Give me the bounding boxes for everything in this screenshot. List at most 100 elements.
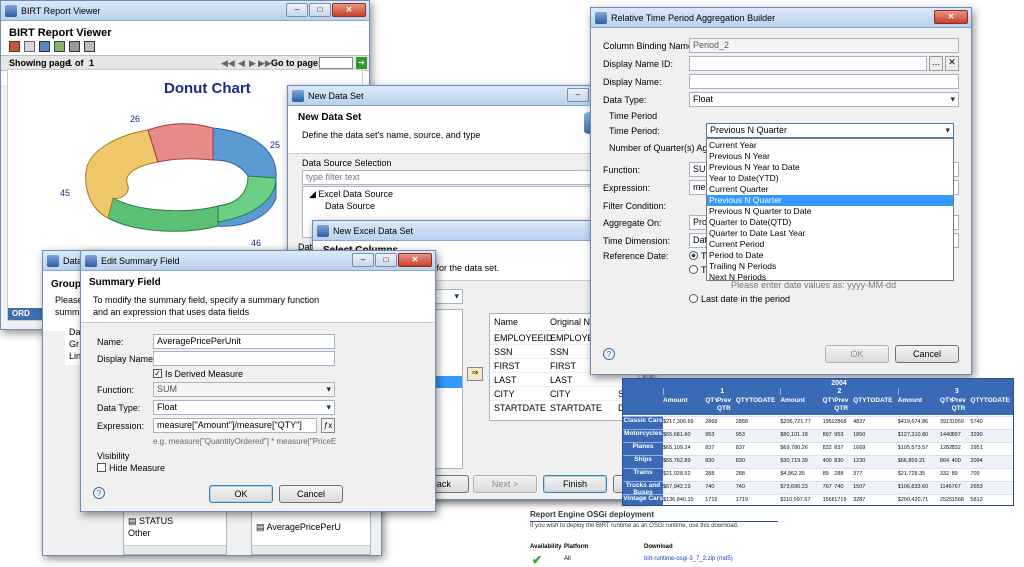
cell-original: CITY bbox=[550, 389, 571, 399]
function-select[interactable]: SUM bbox=[153, 382, 335, 397]
data-cell: $106,833.60 bbox=[897, 484, 929, 490]
print-server-icon[interactable] bbox=[84, 41, 95, 52]
data-cell: 1959 bbox=[951, 419, 964, 425]
dropdown-option[interactable]: Previous N Year to Date bbox=[707, 162, 953, 173]
label-26: 26 bbox=[130, 114, 141, 124]
dropdown-option[interactable]: Current Quarter bbox=[707, 184, 953, 195]
close-button[interactable]: ✕ bbox=[398, 253, 432, 267]
window-title: Edit Summary Field bbox=[101, 256, 180, 266]
osgi-section: Report Engine OSGi deployment If you wis… bbox=[528, 510, 778, 567]
time-period-select[interactable]: Previous N Quarter bbox=[706, 123, 954, 138]
list-item[interactable]: Da bbox=[69, 327, 81, 337]
tree-item-datasource[interactable]: Data Source bbox=[325, 201, 375, 211]
expression-input[interactable]: measure["Amount"]/measure["QTY"] bbox=[153, 418, 317, 433]
parameters-icon[interactable] bbox=[24, 41, 35, 52]
cancel-button[interactable]: Cancel bbox=[895, 345, 959, 363]
display-name-input[interactable] bbox=[153, 351, 335, 366]
goto-page-input[interactable] bbox=[319, 57, 353, 69]
first-page-icon[interactable]: ◀◀ bbox=[221, 58, 235, 69]
maximize-button[interactable]: □ bbox=[309, 3, 331, 17]
tree-item-excel[interactable]: ◢ Excel Data Source bbox=[309, 189, 393, 200]
osgi-heading: Report Engine OSGi deployment bbox=[530, 510, 655, 519]
next-button[interactable]: Next > bbox=[473, 475, 537, 493]
next-page-icon[interactable]: ▶ bbox=[249, 58, 256, 69]
colbind-input[interactable]: Period_2 bbox=[689, 38, 959, 53]
dropdown-option[interactable]: Previous N Quarter to Date bbox=[707, 206, 953, 217]
column-header: QTY bbox=[822, 397, 835, 404]
export-report-icon[interactable] bbox=[54, 41, 65, 52]
minimize-button[interactable]: – bbox=[286, 3, 308, 17]
close-button[interactable]: ✕ bbox=[934, 10, 968, 24]
md5-link[interactable]: (md5) bbox=[717, 556, 733, 562]
cancel-button[interactable]: Cancel bbox=[279, 485, 343, 503]
dnid-input[interactable] bbox=[689, 56, 927, 71]
cell-original: FIRST bbox=[550, 361, 576, 371]
toc-icon[interactable] bbox=[9, 41, 20, 52]
data-cell: 953 bbox=[735, 432, 745, 438]
osgi-desc: If you wish to deploy the BIRT runtime a… bbox=[530, 523, 739, 529]
viewer-header: BIRT Report Viewer bbox=[9, 27, 112, 39]
window-title: Relative Time Period Aggregation Builder bbox=[611, 13, 776, 23]
datatype-select[interactable]: Float bbox=[689, 92, 959, 107]
table-row[interactable]: CITYCITYStrin bbox=[490, 386, 638, 400]
last-page-icon[interactable]: ▶▶ bbox=[258, 58, 272, 69]
column-header: Amount bbox=[663, 397, 688, 404]
download-link[interactable]: birt-runtime-osgi-3_7_2.zip (md5) bbox=[644, 556, 733, 562]
ref-radio-2[interactable] bbox=[689, 265, 698, 274]
row-label: Planes bbox=[623, 442, 663, 455]
dropdown-option[interactable]: Previous N Year bbox=[707, 151, 953, 162]
table-row[interactable]: STARTDATESTARTDATEDate bbox=[490, 400, 638, 414]
derived-checkbox[interactable]: ✓ bbox=[153, 369, 162, 378]
ok-button[interactable]: OK bbox=[209, 485, 273, 503]
maximize-button[interactable]: □ bbox=[375, 253, 397, 267]
help-icon[interactable]: ? bbox=[93, 487, 105, 499]
data-cell: $127,310.80 bbox=[897, 432, 929, 438]
dnid-browse-button[interactable]: … bbox=[929, 56, 943, 71]
go-icon[interactable]: ➜ bbox=[356, 57, 367, 69]
export-icon[interactable] bbox=[39, 41, 50, 52]
horizontal-scrollbar[interactable] bbox=[252, 545, 370, 554]
dropdown-option[interactable]: Current Year bbox=[707, 140, 953, 151]
data-cell: 740 bbox=[705, 484, 715, 490]
ref-radio-3[interactable] bbox=[689, 294, 698, 303]
dropdown-option[interactable]: Next N Periods bbox=[707, 272, 953, 283]
close-button[interactable]: ✕ bbox=[332, 3, 366, 17]
list-item-other[interactable]: Other bbox=[128, 528, 151, 538]
data-cell: $105,573.57 bbox=[897, 445, 929, 451]
column-header: QTY bbox=[939, 397, 952, 404]
dropdown-option[interactable]: Year to Date(YTD) bbox=[707, 173, 953, 184]
list-item-status[interactable]: ▤ STATUS bbox=[128, 516, 173, 527]
print-icon[interactable] bbox=[69, 41, 80, 52]
list-item-label: AveragePricePerU bbox=[266, 522, 341, 532]
list-item[interactable]: Gr bbox=[69, 339, 79, 349]
datatype-select[interactable]: Float bbox=[153, 400, 335, 415]
download-link-text[interactable]: birt-runtime-osgi-3_7_2.zip bbox=[644, 556, 715, 562]
add-column-button[interactable]: ⇒ bbox=[467, 367, 483, 381]
hide-checkbox[interactable] bbox=[97, 463, 106, 472]
total-pages: 1 bbox=[89, 58, 95, 68]
help-icon[interactable]: ? bbox=[603, 348, 615, 360]
horizontal-scrollbar[interactable] bbox=[124, 545, 226, 554]
dnid-clear-button[interactable]: ✕ bbox=[945, 56, 959, 71]
minimize-button[interactable]: – bbox=[352, 253, 374, 267]
prev-page-icon[interactable]: ◀ bbox=[238, 58, 245, 69]
ref-radio-1[interactable] bbox=[689, 251, 698, 260]
expression-builder-button[interactable]: ƒx bbox=[321, 418, 335, 433]
name-input[interactable]: AveragePricePerUnit bbox=[153, 334, 335, 349]
dropdown-option[interactable]: Current Period bbox=[707, 239, 953, 250]
data-cell: 897 bbox=[951, 432, 961, 438]
dropdown-option[interactable]: Trailing N Periods bbox=[707, 261, 953, 272]
dropdown-option[interactable]: Period to Date bbox=[707, 250, 953, 261]
display-name-input[interactable] bbox=[689, 74, 959, 89]
dropdown-option[interactable]: Quarter to Date(QTD) bbox=[707, 217, 953, 228]
minimize-button[interactable]: – bbox=[567, 88, 589, 102]
data-cell: 2094 bbox=[970, 458, 983, 464]
dropdown-option[interactable]: Previous N Quarter bbox=[707, 195, 953, 206]
function-label: Function: bbox=[603, 165, 641, 175]
list-item-avg[interactable]: ▤ AveragePricePerU bbox=[256, 522, 341, 533]
col-header-orig: Original Na bbox=[550, 317, 596, 327]
data-cell: 953 bbox=[705, 432, 715, 438]
dropdown-option[interactable]: Quarter to Date Last Year bbox=[707, 228, 953, 239]
finish-button[interactable]: Finish bbox=[543, 475, 607, 493]
ok-button[interactable]: OK bbox=[825, 345, 889, 363]
